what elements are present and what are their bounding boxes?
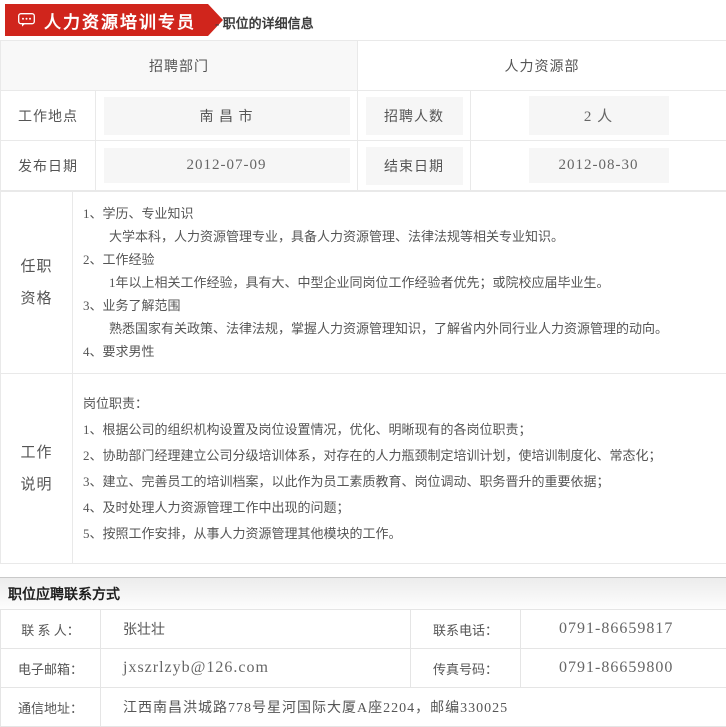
end-date-label: 结束日期 [358, 141, 471, 191]
job-info-table: 招聘部门 人力资源部 工作地点 南 昌 市 招聘人数 2 人 发布日期 2012… [0, 40, 726, 191]
qualification-row: 任职 资格 1、学历、专业知识 大学本科，人力资源管理专业，具备人力资源管理、法… [1, 192, 726, 374]
location-label: 工作地点 [1, 91, 96, 141]
job-description-line: 3、建立、完善员工的培训档案，以此作为员工素质教育、岗位调动、职务晋升的重要依据… [83, 469, 720, 495]
table-row: 电子邮箱： jxszrlzyb@126.com 传真号码： 0791-86659… [1, 649, 726, 688]
job-description-line: 4、及时处理人力资源管理工作中出现的问题； [83, 495, 720, 521]
job-detail-table: 任职 资格 1、学历、专业知识 大学本科，人力资源管理专业，具备人力资源管理、法… [0, 191, 726, 564]
qualification-line: 3、业务了解范围 [83, 294, 720, 317]
qualification-line: 4、要求男性 [83, 340, 720, 363]
page-title: 人力资源培训专员 [44, 8, 196, 33]
publish-date-value: 2012-07-09 [96, 141, 358, 191]
job-description-label: 工作 说明 [1, 374, 73, 564]
qualification-content: 1、学历、专业知识 大学本科，人力资源管理专业，具备人力资源管理、法律法规等相关… [73, 192, 726, 374]
contact-section: 职位应聘联系方式 联 系 人： 张壮壮 联系电话： 0791-86659817 … [0, 577, 726, 727]
job-description-line: 5、按照工作安排，从事人力资源管理其他模块的工作。 [83, 521, 720, 547]
email-label: 电子邮箱： [1, 649, 101, 688]
qualification-line: 1年以上相关工作经验，具有大、中型企业同岗位工作经验者优先；或院校应届毕业生。 [83, 271, 720, 294]
section-divider [0, 564, 726, 577]
page-banner: 人力资源培训专员 - 职位的详细信息 [0, 0, 726, 40]
table-row: 发布日期 2012-07-09 结束日期 2012-08-30 [1, 141, 726, 191]
email-value: jxszrlzyb@126.com [101, 649, 411, 688]
headcount-label: 招聘人数 [358, 91, 471, 141]
headcount-value: 2 人 [471, 91, 726, 141]
contact-header: 职位应聘联系方式 [0, 578, 726, 609]
page-subtitle: - 职位的详细信息 [215, 13, 314, 32]
contact-table: 联 系 人： 张壮壮 联系电话： 0791-86659817 电子邮箱： jxs… [0, 609, 726, 727]
table-row: 联 系 人： 张壮壮 联系电话： 0791-86659817 [1, 610, 726, 649]
qualification-line: 2、工作经验 [83, 248, 720, 271]
qualification-label: 任职 资格 [1, 192, 73, 374]
dept-value: 人力资源部 [358, 41, 726, 91]
job-description-line: 1、根据公司的组织机构设置及岗位设置情况，优化、明晰现有的各岗位职责； [83, 417, 720, 443]
fax-value: 0791-86659800 [521, 649, 726, 688]
dept-label: 招聘部门 [1, 41, 358, 91]
table-row: 工作地点 南 昌 市 招聘人数 2 人 [1, 91, 726, 141]
phone-value: 0791-86659817 [521, 610, 726, 649]
qualification-line: 大学本科，人力资源管理专业，具备人力资源管理、法律法规等相关专业知识。 [83, 225, 720, 248]
job-description-content: 岗位职责： 1、根据公司的组织机构设置及岗位设置情况，优化、明晰现有的各岗位职责… [73, 374, 726, 564]
table-row: 通信地址： 江西南昌洪城路778号星河国际大厦A座2204，邮编330025 [1, 688, 726, 727]
contact-person-value: 张壮壮 [101, 610, 411, 649]
qualification-line: 1、学历、专业知识 [83, 202, 720, 225]
job-title-ribbon: 人力资源培训专员 [5, 4, 208, 36]
contact-person-label: 联 系 人： [1, 610, 101, 649]
phone-label: 联系电话： [411, 610, 521, 649]
publish-date-label: 发布日期 [1, 141, 96, 191]
location-value: 南 昌 市 [96, 91, 358, 141]
job-description-line: 岗位职责： [83, 391, 720, 417]
address-value: 江西南昌洪城路778号星河国际大厦A座2204，邮编330025 [101, 688, 726, 727]
address-label: 通信地址： [1, 688, 101, 727]
speech-bubble-icon [18, 13, 35, 27]
table-row: 招聘部门 人力资源部 [1, 41, 726, 91]
fax-label: 传真号码： [411, 649, 521, 688]
job-description-line: 2、协助部门经理建立公司分级培训体系，对存在的人力瓶颈制定培训计划，使培训制度化… [83, 443, 720, 469]
end-date-value: 2012-08-30 [471, 141, 726, 191]
qualification-line: 熟悉国家有关政策、法律法规，掌握人力资源管理知识，了解省内外同行业人力资源管理的… [83, 317, 720, 340]
job-description-row: 工作 说明 岗位职责： 1、根据公司的组织机构设置及岗位设置情况，优化、明晰现有… [1, 374, 726, 564]
